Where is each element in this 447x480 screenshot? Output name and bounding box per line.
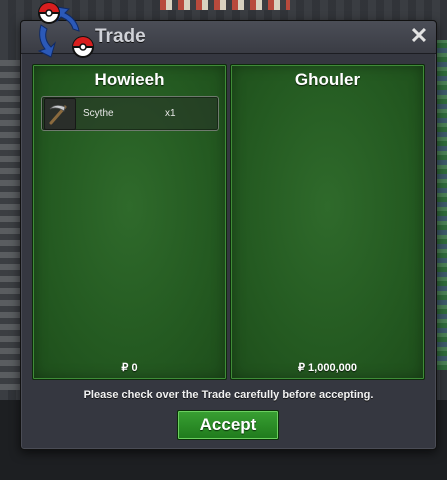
close-icon[interactable]: ✕ [409, 25, 429, 47]
background-roof-tiles [160, 0, 290, 10]
partner-offer-panel: Ghouler ₽ 1,000,000 [230, 64, 425, 380]
trade-item-slot[interactable]: Scythe x1 [41, 96, 219, 131]
money-offer-left: ₽ 0 [121, 362, 138, 374]
trade-warning-text: Please check over the Trade carefully be… [83, 389, 374, 401]
player-name-right: Ghouler [294, 70, 361, 89]
window-title: Trade [95, 26, 146, 47]
background-left-wall [0, 60, 22, 390]
accept-button[interactable]: Accept [177, 410, 279, 440]
money-offer-right: ₽ 1,000,000 [298, 362, 357, 374]
player-name-left: Howieeh [94, 70, 165, 89]
scythe-icon [44, 98, 76, 130]
my-offer-panel[interactable]: Howieeh Scythe x1 ₽ 0 [32, 64, 227, 380]
item-quantity: x1 [165, 108, 176, 119]
item-name: Scythe [83, 108, 114, 119]
trade-logo-icon [37, 2, 94, 58]
trade-window: Trade ✕ Howieeh Scythe x1 ₽ 0 Ghouler ₽ … [20, 2, 437, 450]
